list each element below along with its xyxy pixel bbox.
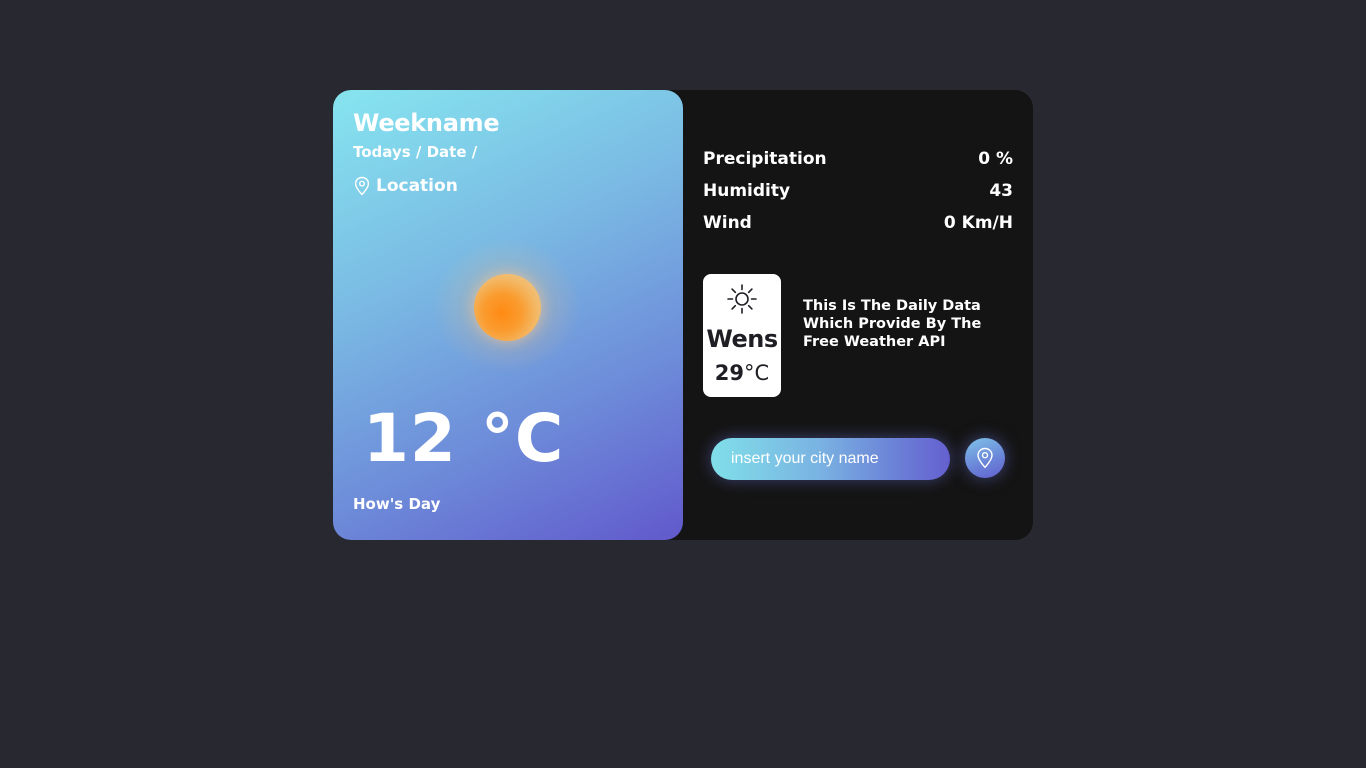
forecast-day: Wens [706,325,778,353]
stat-label: Humidity [703,181,791,201]
sun-outline-icon [726,283,758,315]
location-label: Location [376,176,458,196]
date-line: Todays / Date / [353,143,478,161]
forecast-temp-value: 29 [714,361,745,385]
stat-value: 0 Km/H [943,213,1013,233]
forecast-temperature: 29°C [703,361,781,385]
weekday-title: Weekname [353,109,500,137]
stat-row-precipitation: Precipitation 0 % [703,148,1013,180]
location-row: Location [353,175,458,197]
weather-card: Weekname Todays / Date / Location 12 °C … [333,90,1033,540]
stat-row-wind: Wind 0 Km/H [703,212,1013,244]
forecast-temp-unit: °C [744,361,770,385]
stat-value: 0 % [978,149,1013,169]
city-search-input[interactable] [711,438,950,480]
stat-label: Wind [703,213,752,233]
locate-button[interactable] [965,438,1005,478]
sun-icon [474,274,541,341]
today-panel: Weekname Todays / Date / Location 12 °C … [333,90,683,540]
api-note: This Is The Daily Data Which Provide By … [803,298,982,350]
daily-forecast-card: Wens 29°C [703,274,781,397]
weather-description: How's Day [353,495,441,513]
map-pin-icon [977,447,993,469]
map-pin-icon [353,176,371,196]
stat-label: Precipitation [703,149,827,169]
stat-value: 43 [989,181,1013,201]
weather-stats: Precipitation 0 % Humidity 43 Wind 0 Km/… [703,148,1013,244]
stat-row-humidity: Humidity 43 [703,180,1013,212]
current-temperature: 12 °C [363,400,565,477]
